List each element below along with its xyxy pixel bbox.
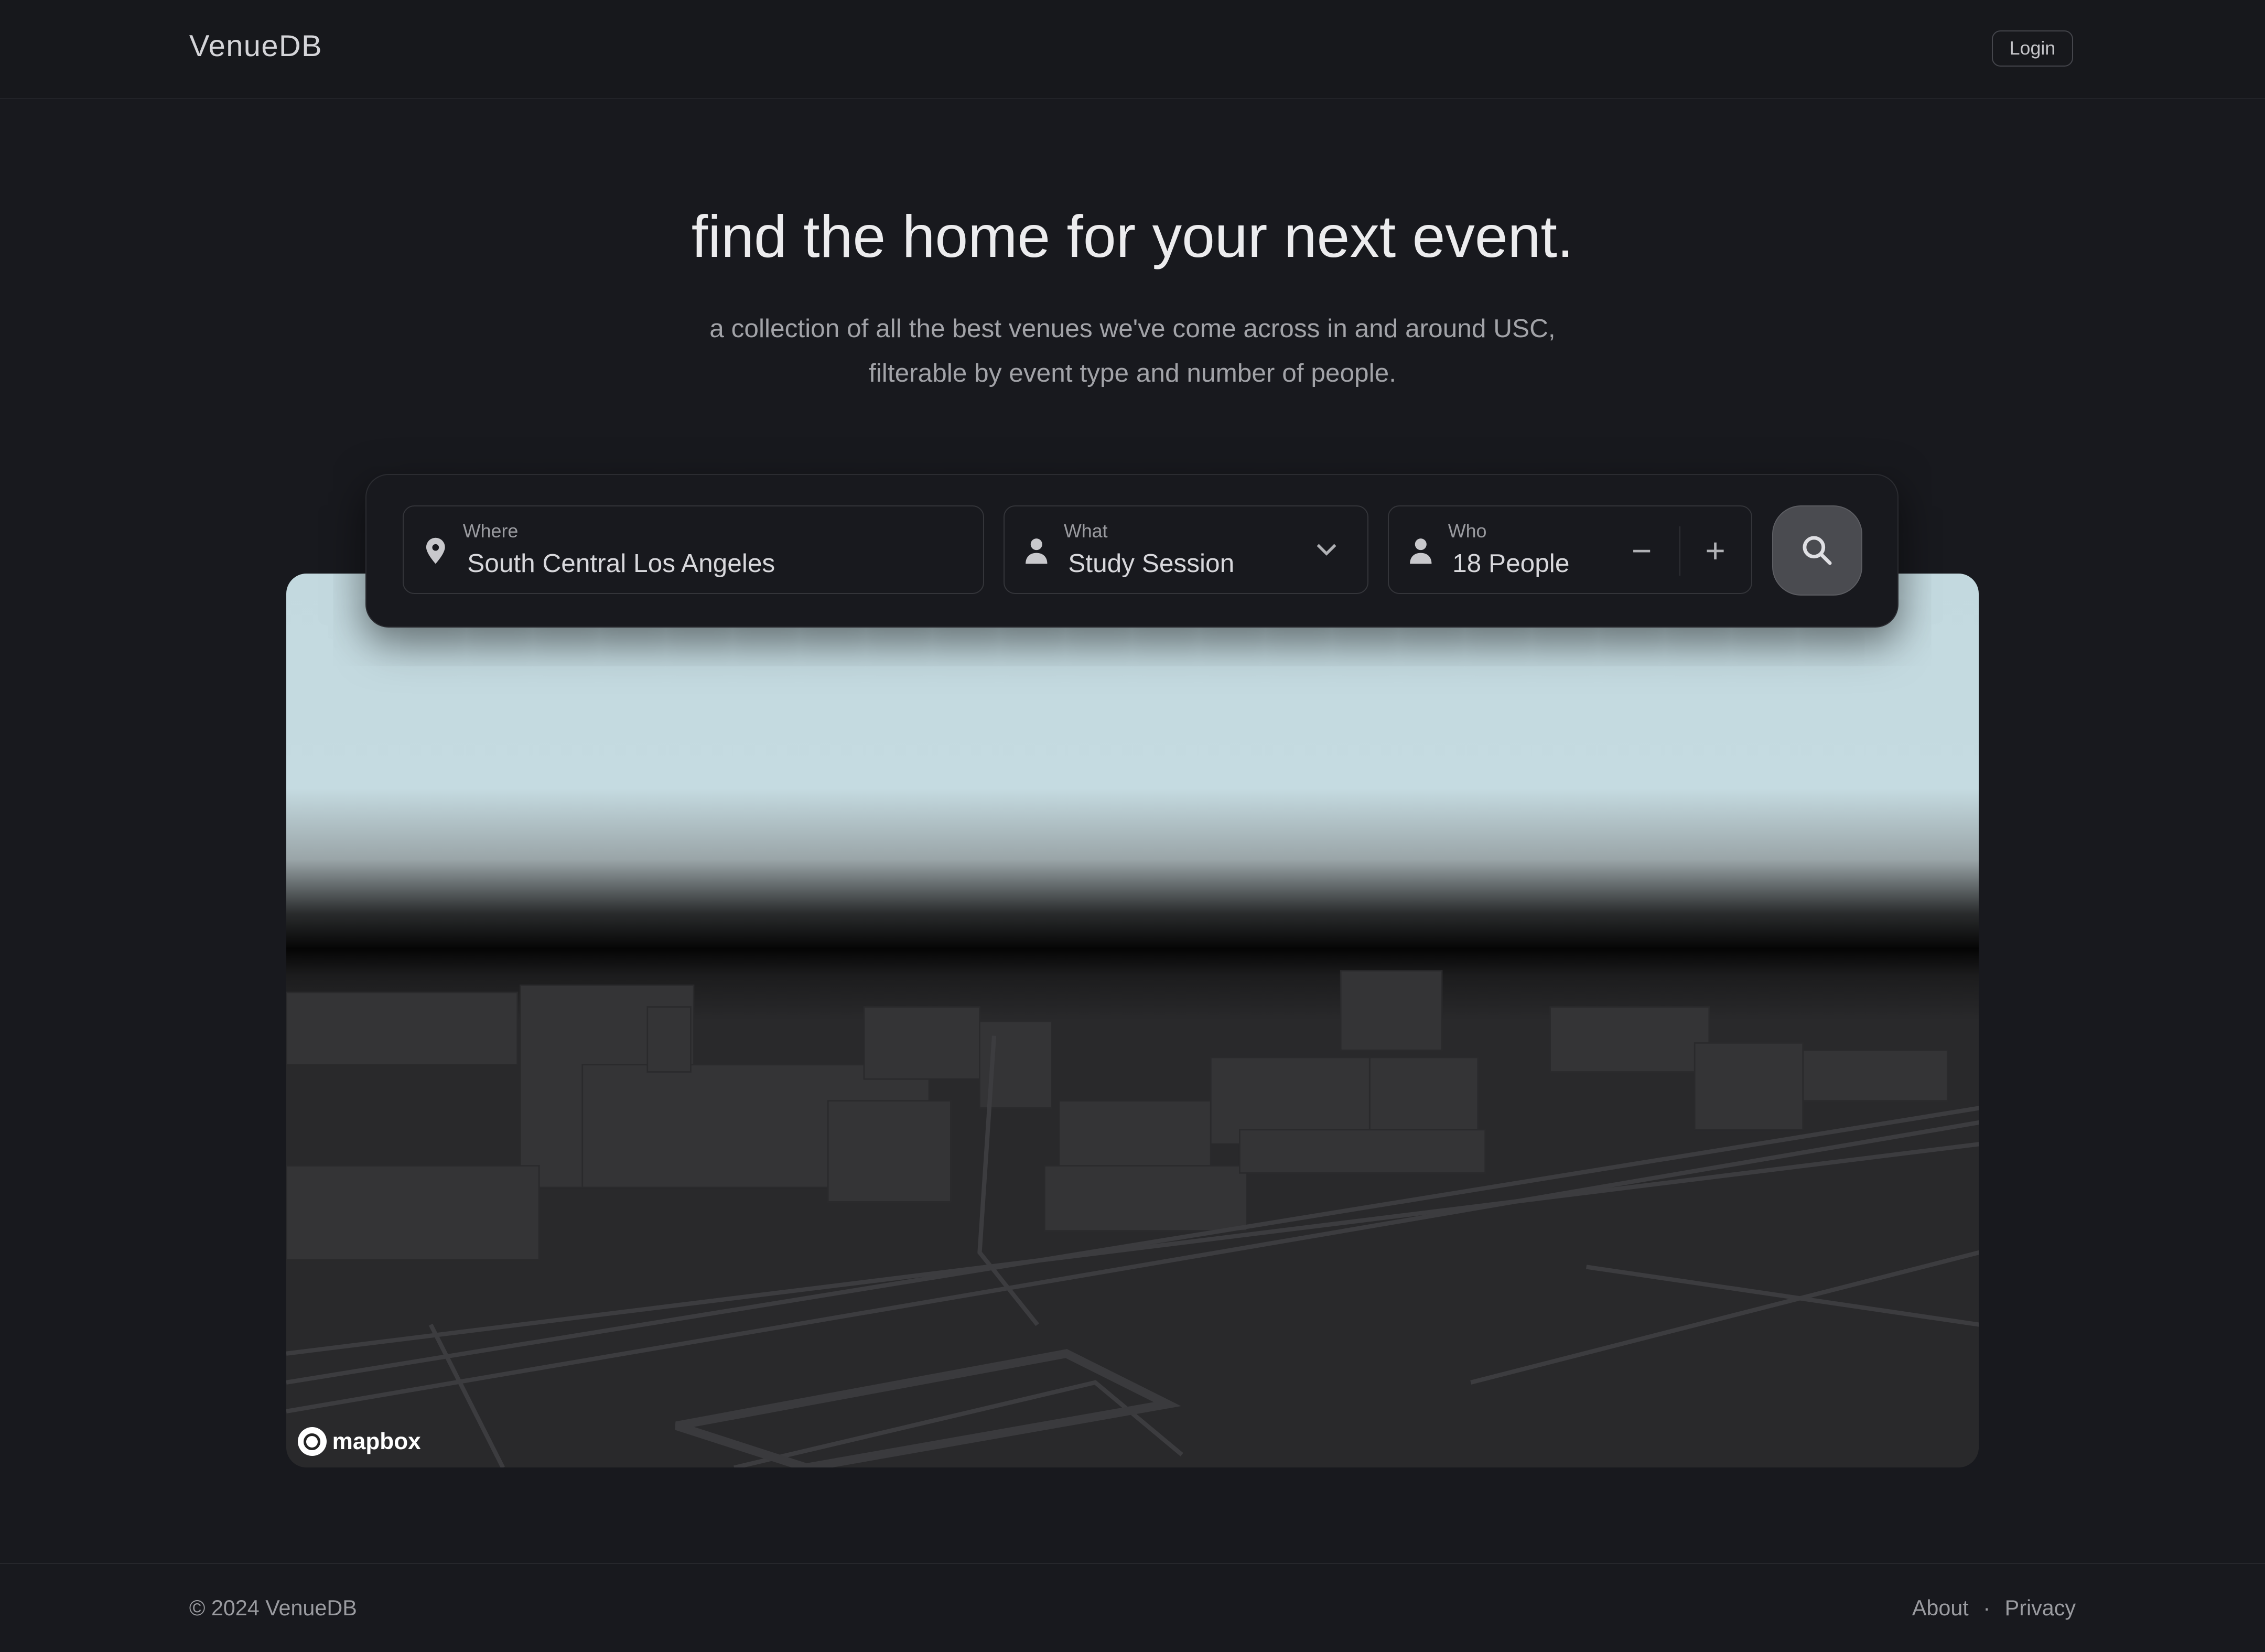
footer: © 2024 VenueDB About · Privacy xyxy=(0,1563,2265,1652)
copyright: © 2024 VenueDB xyxy=(189,1595,357,1620)
top-nav: VenueDB Login xyxy=(0,0,2265,100)
stepper-divider xyxy=(1679,526,1681,576)
what-label: What xyxy=(1063,521,1108,542)
decrement-button[interactable]: − xyxy=(1617,526,1666,576)
what-value: Study Session xyxy=(1068,548,1235,578)
person-icon xyxy=(1025,538,1048,564)
who-field: Who 18 People − + xyxy=(1387,505,1753,594)
page: VenueDB Login find the home for your nex… xyxy=(0,0,2265,1652)
mapbox-attribution[interactable]: mapbox xyxy=(297,1427,421,1456)
who-label: Who xyxy=(1448,521,1487,542)
map-view[interactable]: mapbox xyxy=(286,573,1979,1468)
where-input[interactable]: South Central Los Angeles xyxy=(467,548,775,578)
hero-title: find the home for your next event. xyxy=(691,203,1574,269)
footer-separator: · xyxy=(1983,1595,1991,1620)
what-select[interactable]: What Study Session xyxy=(1004,505,1368,594)
search-panel: Where South Central Los Angeles What Stu… xyxy=(365,473,1899,628)
login-button[interactable]: Login xyxy=(1992,30,2073,67)
footer-links: About · Privacy xyxy=(1912,1596,2076,1621)
chevron-down-icon xyxy=(1317,544,1336,556)
logo[interactable]: VenueDB xyxy=(189,29,322,63)
footer-link-privacy[interactable]: Privacy xyxy=(2005,1596,2076,1621)
footer-link-about[interactable]: About xyxy=(1912,1596,1969,1621)
where-label: Where xyxy=(462,521,519,542)
who-value: 18 People xyxy=(1452,548,1570,578)
increment-button[interactable]: + xyxy=(1691,526,1740,576)
search-icon xyxy=(1803,536,1832,565)
person-icon xyxy=(1409,538,1432,564)
map-pin-icon xyxy=(426,538,445,564)
mapbox-logo-icon xyxy=(297,1427,327,1456)
subtitle-line: a collection of all the best venues we'v… xyxy=(709,314,1556,343)
where-field[interactable]: Where South Central Los Angeles xyxy=(402,505,984,594)
mapbox-wordmark: mapbox xyxy=(332,1428,421,1454)
map-3d-scene xyxy=(286,573,1979,1468)
search-button[interactable] xyxy=(1772,505,1862,596)
subtitle-line: filterable by event type and number of p… xyxy=(868,358,1396,388)
hero-subtitle: a collection of all the best venues we'v… xyxy=(0,306,2265,396)
